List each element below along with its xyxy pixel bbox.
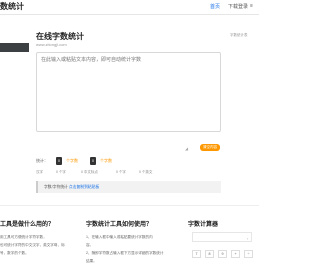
- site-brand[interactable]: 数统计: [0, 1, 24, 12]
- text-input[interactable]: [36, 52, 221, 132]
- card-text-line: 1、在输入框中输入或粘贴要统计字数的内: [86, 235, 153, 239]
- card-body-purpose: 用工具可方便统计字符字数， 也可统计字符的中文汉字，英文字母，标 号，数字的个数…: [0, 233, 70, 257]
- calc-key-divide[interactable]: ÷: [244, 250, 253, 258]
- page-title: 在线字数统计: [36, 32, 84, 41]
- card-title-howto: 字数统计工具如何使用？: [86, 222, 153, 228]
- top-right-note[interactable]: 字数统计表: [230, 33, 248, 38]
- card-text-line: 2、随即字符数占输入框下方显示详细的字数统计: [86, 251, 164, 255]
- sub-stat-3: 0 中文标点: [81, 170, 98, 174]
- card-text-line: 容。: [86, 243, 94, 247]
- clear-button[interactable]: 清空内容: [200, 144, 220, 151]
- card-title-purpose: 工具是做什么用的？: [0, 222, 55, 228]
- stats-breakdown: 汉字 0 个字 0 中文标点 0 个字 0 个英文: [36, 170, 221, 176]
- stat-label-2: 个字数: [100, 158, 112, 163]
- copy-link[interactable]: 点击复制到粘贴板: [69, 185, 99, 189]
- section-divider: [0, 205, 259, 206]
- notice-prefix: 字数/字符统计: [44, 185, 68, 189]
- nav-home-link[interactable]: 首页: [210, 3, 220, 10]
- sub-stat-2: 0 个字: [56, 170, 66, 174]
- stat-badge-1: 0: [56, 157, 62, 165]
- resize-handle-icon[interactable]: ◢: [185, 146, 188, 151]
- card-text-line: 号，数字的个数。: [0, 251, 29, 255]
- calc-key-plus[interactable]: +: [231, 250, 240, 258]
- stat-label-1: 个字数: [66, 158, 78, 163]
- left-sidebar-tab[interactable]: [0, 43, 29, 52]
- site-domain: www.zitongji.com: [36, 42, 67, 47]
- stat-badge-2: 0: [90, 157, 96, 165]
- stats-label: 统计：: [36, 158, 48, 163]
- card-body-howto: 1、在输入框中输入或粘贴要统计字数的内 容。 2、随即字符数占输入框下方显示详细…: [86, 233, 164, 265]
- top-bar: 数统计 首页 下载登录 ≡: [0, 0, 259, 15]
- sub-stat-5: 0 个英文: [139, 170, 153, 174]
- calc-key-8[interactable]: 8: [205, 250, 214, 258]
- calc-key-7[interactable]: 7: [192, 250, 201, 258]
- card-text-line: 用工具可方便统计字符字数，: [0, 235, 47, 239]
- sub-stat-1: 汉字: [36, 170, 43, 174]
- copy-notice: 字数/字符统计 点击复制到粘贴板: [36, 181, 221, 193]
- nav-download-link[interactable]: 下载登录: [228, 3, 248, 10]
- calculator-display[interactable]: [192, 232, 252, 242]
- sub-stat-4: 0 个字: [116, 170, 126, 174]
- chevron-right-icon[interactable]: ›: [247, 236, 248, 241]
- calc-key-9[interactable]: 9: [218, 250, 227, 258]
- card-text-line: 也可统计字符的中文汉字，英文字母，标: [0, 243, 65, 247]
- card-title-calculator: 字数计算器: [188, 222, 219, 228]
- menu-icon[interactable]: ≡: [250, 3, 253, 9]
